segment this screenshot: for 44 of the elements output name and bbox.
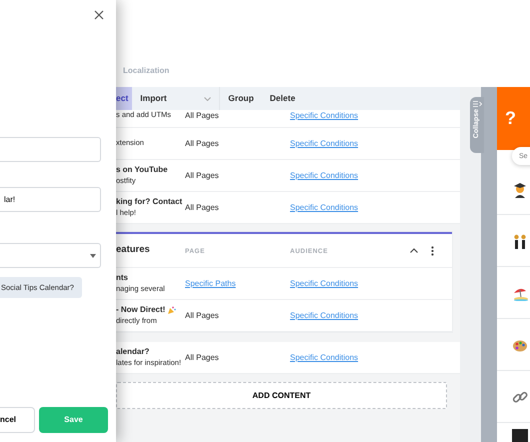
page-value: All Pages [185, 138, 219, 148]
party-popper-icon [167, 306, 176, 315]
save-button[interactable]: Save [39, 407, 108, 434]
help-button[interactable]: ? [497, 87, 530, 150]
page-value: All Pages [185, 310, 219, 320]
dancers-icon [512, 232, 528, 248]
toolbar-button[interactable]: ect [116, 87, 132, 110]
text-field[interactable]: lar! [0, 187, 101, 212]
row-title: king for? Contact [116, 197, 182, 208]
toolbar-button[interactable]: Group [220, 87, 262, 110]
audience-link[interactable]: Specific Conditions [290, 170, 358, 180]
student-icon [512, 182, 528, 198]
row-title: - Now Direct! [116, 305, 166, 316]
page-value: All Pages [185, 202, 219, 212]
close-icon [93, 9, 105, 21]
section-title: eatures [116, 244, 150, 256]
page-link[interactable]: Specific Paths [185, 278, 236, 288]
audience-link[interactable]: Specific Conditions [290, 202, 358, 212]
collapse-section-button[interactable] [410, 248, 418, 253]
row-title: s on YouTube [116, 165, 168, 176]
page-value: All Pages [185, 111, 219, 120]
row-title: alendar? [116, 347, 150, 358]
page-value: All Pages [185, 170, 219, 180]
toolbar-button[interactable]: Delete [262, 87, 304, 110]
chevron-icon [204, 96, 212, 100]
audience-link[interactable]: Specific Conditions [290, 111, 358, 120]
thumbnail-icon [512, 429, 528, 442]
caret-icon [90, 254, 96, 258]
select-field[interactable] [0, 243, 101, 268]
text-field[interactable] [0, 137, 101, 162]
audience-link[interactable]: Specific Conditions [290, 352, 358, 362]
audience-link[interactable]: Specific Conditions [290, 138, 358, 148]
page-value: All Pages [185, 352, 219, 362]
audience-link[interactable]: Specific Conditions [290, 278, 358, 288]
collapse-icon [472, 101, 482, 107]
tab[interactable]: Localization [123, 65, 170, 77]
close-button[interactable] [93, 9, 105, 21]
chevron-up-icon [410, 248, 418, 253]
kebab-icon [431, 246, 434, 256]
more-button[interactable] [431, 246, 434, 256]
add-content-button[interactable]: ADD CONTENT [116, 382, 447, 409]
cancel-button[interactable]: ncel [0, 407, 35, 434]
audience-link[interactable]: Specific Conditions [290, 310, 358, 320]
row-title: nts [116, 273, 128, 284]
